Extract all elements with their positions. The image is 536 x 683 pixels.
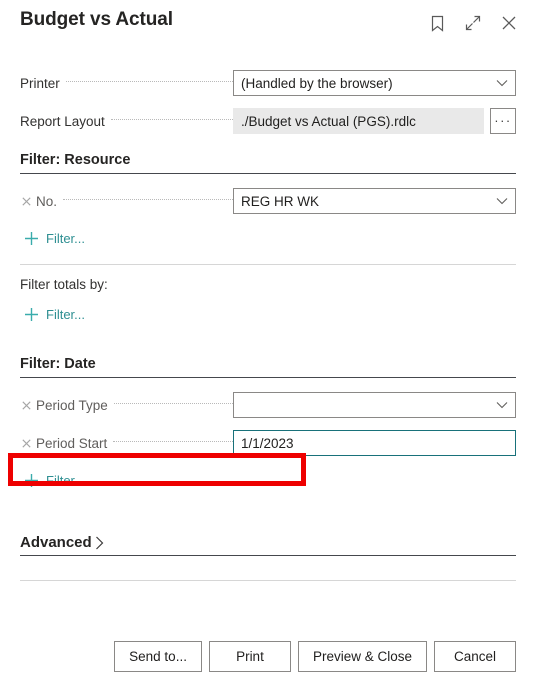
add-filter-totals-button[interactable]: Filter...	[20, 300, 85, 328]
period-type-control	[233, 392, 516, 418]
page-title: Budget vs Actual	[20, 9, 173, 30]
period-type-input[interactable]	[233, 392, 516, 418]
leader-dots	[63, 199, 233, 200]
add-filter-resource-label: Filter...	[46, 230, 86, 246]
filter-totals-by-label: Filter totals by:	[20, 277, 108, 292]
filter-date-title: Filter: Date	[20, 356, 96, 372]
printer-row: Printer	[20, 68, 516, 98]
resource-no-label: No.	[36, 193, 64, 209]
add-filter-date-button[interactable]: Filter...	[20, 466, 85, 494]
filter-resource-section: Filter: Resource	[20, 152, 516, 174]
advanced-toggle[interactable]: Advanced	[20, 534, 516, 555]
cancel-button[interactable]: Cancel	[434, 641, 516, 672]
send-to-button[interactable]: Send to...	[114, 641, 202, 672]
report-layout-label-wrap: Report Layout	[20, 106, 233, 136]
print-button[interactable]: Print	[208, 641, 291, 672]
resource-no-input[interactable]	[233, 188, 516, 214]
remove-filter-icon[interactable]	[20, 398, 33, 412]
period-start-label-wrap: Period Start	[20, 428, 233, 458]
period-start-label: Period Start	[36, 435, 114, 451]
close-icon[interactable]	[498, 12, 520, 34]
remove-filter-icon[interactable]	[20, 194, 33, 208]
advanced-label: Advanced	[20, 534, 92, 551]
period-type-label-wrap: Period Type	[20, 390, 233, 420]
header-actions	[426, 12, 520, 34]
add-filter-date-label: Filter...	[46, 472, 86, 488]
period-type-label: Period Type	[36, 397, 114, 413]
footer-divider	[20, 580, 516, 581]
plus-icon	[20, 231, 42, 246]
period-type-row: Period Type	[20, 390, 516, 420]
period-start-control	[233, 430, 516, 456]
preview-and-close-button[interactable]: Preview & Close	[297, 641, 427, 672]
report-layout-input[interactable]	[233, 108, 484, 134]
printer-select[interactable]	[233, 70, 516, 96]
leader-dots	[113, 441, 233, 442]
plus-icon	[20, 473, 42, 488]
resource-no-label-wrap: No.	[20, 186, 233, 216]
leader-dots	[110, 119, 233, 120]
filter-date-section: Filter: Date	[20, 356, 516, 378]
report-layout-control: ···	[233, 108, 516, 134]
report-layout-row: Report Layout ···	[20, 106, 516, 136]
report-layout-label: Report Layout	[20, 113, 111, 129]
printer-control	[233, 70, 516, 96]
advanced-section: Advanced	[20, 534, 516, 556]
leader-dots	[113, 403, 233, 404]
expand-icon[interactable]	[462, 12, 484, 34]
period-start-row: Period Start	[20, 428, 516, 458]
resource-no-control	[233, 188, 516, 214]
printer-label: Printer	[20, 75, 66, 91]
dialog-header: Budget vs Actual	[0, 0, 536, 52]
bookmark-icon[interactable]	[426, 12, 448, 34]
plus-icon	[20, 307, 42, 322]
period-start-input[interactable]	[233, 430, 516, 456]
add-filter-totals-label: Filter...	[46, 306, 86, 322]
resource-no-row: No.	[20, 186, 516, 216]
filter-resource-title: Filter: Resource	[20, 152, 131, 168]
printer-label-wrap: Printer	[20, 68, 233, 98]
leader-dots	[65, 81, 233, 82]
add-filter-resource-button[interactable]: Filter...	[20, 224, 85, 252]
chevron-right-icon	[95, 536, 104, 550]
dialog-footer: Send to... Print Preview & Close Cancel	[0, 641, 536, 672]
report-layout-browse-button[interactable]: ···	[490, 108, 516, 134]
remove-filter-icon[interactable]	[20, 436, 33, 450]
